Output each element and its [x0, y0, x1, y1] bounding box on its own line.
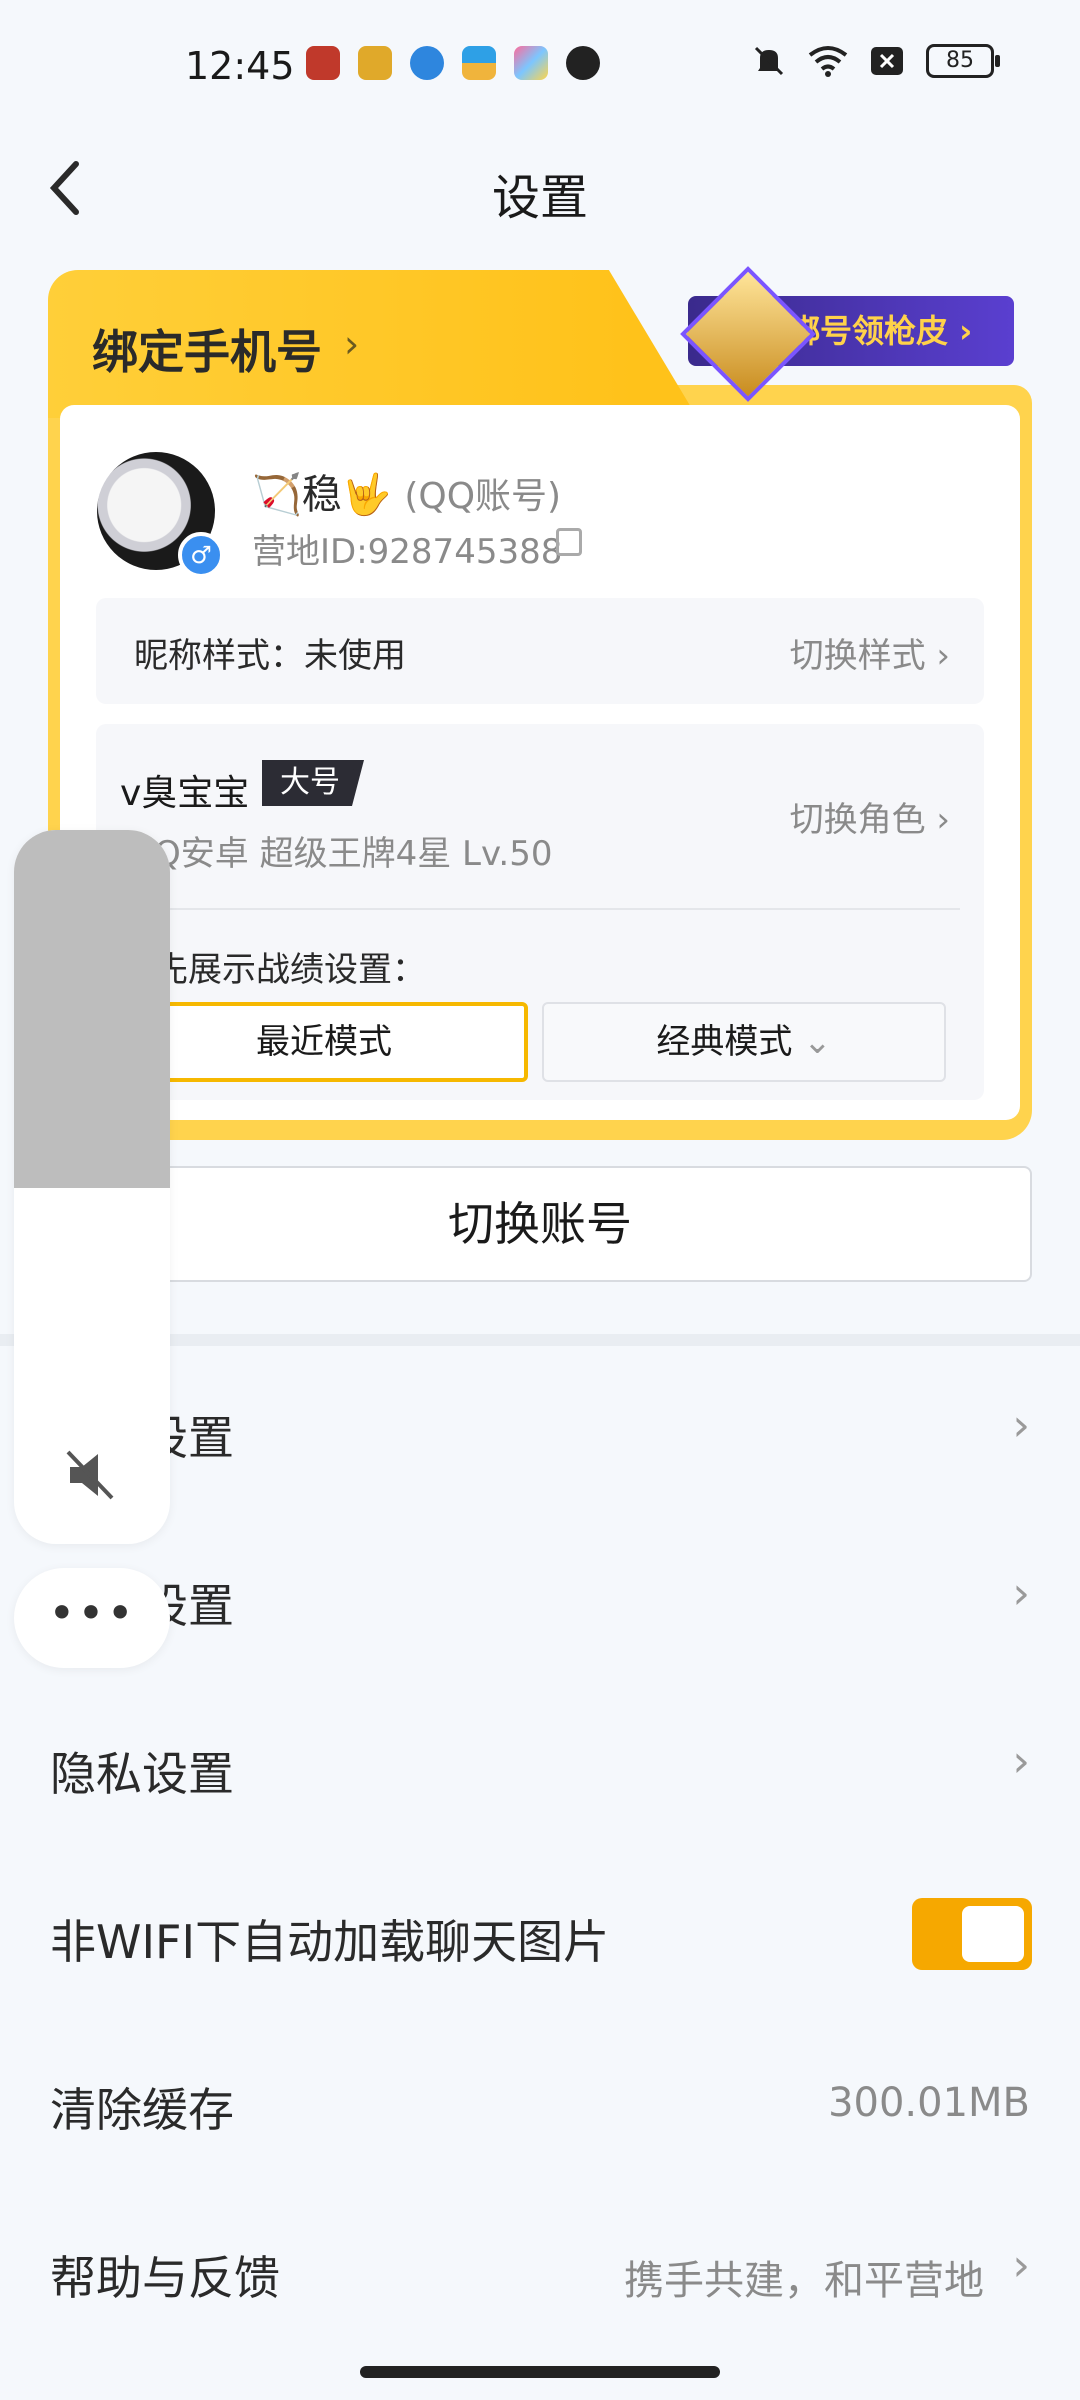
shield-app-icon [566, 46, 600, 80]
classic-mode-dropdown[interactable]: 经典模式 ⌄ [542, 1002, 946, 1082]
status-time: 12:45 [185, 44, 295, 88]
promo-chevron-icon: › [959, 312, 973, 350]
chevron-right-icon: › [1012, 1568, 1030, 1619]
nickname-text: 🏹稳🤟 [252, 472, 392, 518]
account-type: (QQ账号) [404, 476, 562, 517]
mute-icon [754, 46, 784, 76]
switch-account-button[interactable]: 切换账号 [48, 1166, 1032, 1282]
help-feedback-subtitle: 携手共建，和平营地 [624, 2258, 984, 2304]
game-icon [306, 46, 340, 80]
cache-size: 300.01MB [828, 2080, 1030, 2126]
volume-slider[interactable] [14, 830, 170, 1544]
copy-icon[interactable] [556, 528, 582, 556]
settings-item-clear-cache[interactable]: 清除缓存 [50, 2074, 234, 2140]
chevron-right-icon: › [1012, 1400, 1030, 1451]
status-indicators: 85 [752, 44, 1000, 78]
chevron-down-icon: ⌄ [803, 1022, 832, 1062]
camp-id: 营地ID:928745388 [252, 532, 563, 572]
speaker-mute-icon[interactable] [66, 1450, 118, 1500]
chevron-right-icon: › [1012, 1736, 1030, 1787]
chevron-right-icon: › [936, 636, 950, 676]
chevron-right-icon: › [1012, 2240, 1030, 2291]
more-options-button[interactable]: ••• [14, 1568, 170, 1668]
chevron-right-icon: › [936, 800, 950, 840]
game-icon [358, 46, 392, 80]
bind-phone-chevron-icon: › [344, 322, 360, 366]
volume-level-fill [14, 830, 170, 1188]
role-info: 手Q安卓 超级王牌4星 Lv.50 [120, 834, 553, 874]
wallet-icon [462, 46, 496, 80]
classic-mode-label: 经典模式 [656, 1022, 793, 1062]
home-indicator[interactable] [360, 2366, 720, 2378]
app-icon [514, 46, 548, 80]
app-icon [410, 46, 444, 80]
nickname-style-label: 昵称样式：未使用 [134, 636, 406, 676]
switch-role-button[interactable]: 切换角色 › [790, 792, 950, 841]
male-gender-icon: ♂ [178, 532, 224, 578]
switch-role-label: 切换角色 [789, 800, 926, 840]
switch-style-button[interactable]: 切换样式 › [790, 628, 950, 677]
role-name: v臭宝宝 [120, 773, 250, 814]
gun-skin-gem-icon [680, 266, 816, 402]
bind-phone-label[interactable]: 绑定手机号 [92, 316, 322, 382]
toggle-knob [962, 1906, 1024, 1962]
settings-item-auto-load-images: 非WIFI下自动加载聊天图片 [50, 1915, 610, 1969]
page-title: 设置 [491, 170, 588, 226]
close-box-icon [871, 47, 903, 75]
battery-icon: 85 [926, 44, 1000, 78]
settings-item-help-feedback[interactable]: 帮助与反馈 [50, 2242, 280, 2308]
status-app-icons [306, 46, 600, 80]
user-nickname: 🏹稳🤟 (QQ账号) [252, 462, 561, 520]
wifi-icon [808, 46, 848, 77]
switch-style-label: 切换样式 [789, 636, 926, 676]
divider [120, 908, 960, 910]
recent-mode-button[interactable]: 最近模式 [120, 1002, 528, 1082]
settings-item-privacy[interactable]: 隐私设置 [50, 1738, 234, 1804]
